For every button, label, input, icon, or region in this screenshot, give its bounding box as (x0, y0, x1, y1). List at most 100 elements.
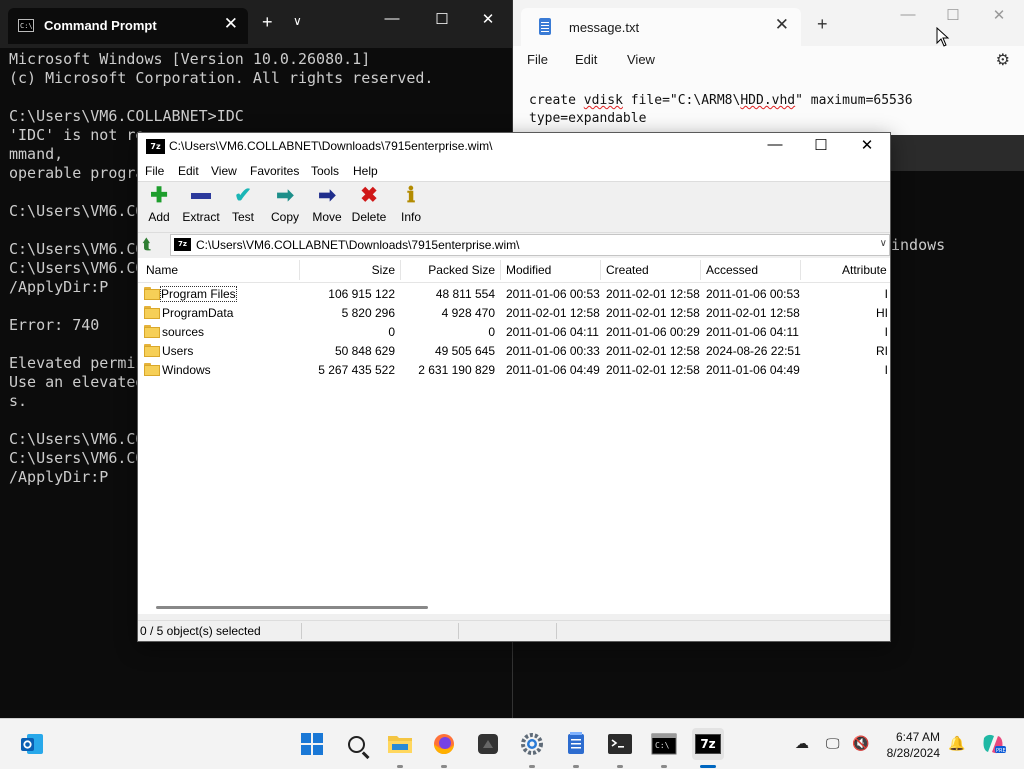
column-created[interactable]: Created (606, 263, 649, 277)
maximize-icon[interactable]: ☐ (933, 6, 973, 24)
column-packed-size[interactable]: Packed Size (400, 263, 495, 277)
file-packed-size: 49 505 645 (434, 344, 495, 358)
cmd-titlebar[interactable]: C:\ Command Prompt ✕ + ∨ — ☐ ✕ (0, 0, 512, 48)
file-size: 50 848 629 (334, 344, 395, 358)
horizontal-scrollbar[interactable] (138, 600, 890, 614)
volume-muted-icon[interactable]: 🔇 (852, 735, 869, 752)
7zip-taskbar-icon[interactable]: 7z (692, 728, 724, 760)
clock-date: 8/28/2024 (886, 746, 940, 760)
chevron-down-icon[interactable]: ∨ (880, 238, 887, 249)
search-button[interactable] (340, 728, 372, 760)
file-explorer-icon[interactable] (384, 728, 416, 760)
notepad-text-area[interactable]: create vdisk file="C:\ARM8\HDD.vhd" maxi… (513, 76, 1024, 135)
cmd-tab[interactable]: C:\ Command Prompt ✕ (8, 8, 248, 44)
7zip-logo-icon: 7z (146, 139, 165, 154)
file-size: 0 (388, 325, 395, 339)
chevron-down-icon[interactable]: ∨ (293, 14, 302, 28)
close-tab-icon[interactable]: ✕ (775, 15, 789, 35)
column-separator[interactable] (700, 260, 701, 280)
address-input[interactable]: 7z C:\Users\VM6.COLLABNET\Downloads\7915… (170, 234, 890, 256)
svg-text:PRE: PRE (996, 748, 1006, 754)
close-icon[interactable]: ✕ (979, 6, 1019, 24)
check-icon: ✔ (234, 184, 252, 207)
file-name: Users (162, 344, 194, 358)
minimize-icon[interactable]: — (752, 136, 798, 153)
menu-view[interactable]: View (627, 52, 655, 67)
table-row[interactable]: ProgramData 5 820 296 4 928 470 2011-02-… (138, 304, 890, 323)
info-icon: ℹ (407, 184, 415, 207)
7zip-titlebar[interactable]: 7z C:\Users\VM6.COLLABNET\Downloads\7915… (138, 133, 890, 161)
up-folder-icon[interactable]: ⮬ (143, 236, 151, 253)
column-accessed[interactable]: Accessed (706, 263, 758, 277)
folder-icon (144, 287, 160, 300)
onedrive-offline-icon[interactable]: ☁ (795, 735, 809, 752)
windows-logo-icon (301, 733, 323, 755)
column-separator[interactable] (500, 260, 501, 280)
close-icon[interactable]: ✕ (844, 136, 890, 154)
mouse-cursor-icon (936, 27, 950, 47)
new-tab-icon[interactable]: + (817, 14, 828, 35)
firefox-icon[interactable] (428, 728, 460, 760)
status-divider (458, 623, 459, 639)
new-tab-icon[interactable]: + (262, 12, 273, 33)
notepad-window[interactable]: message.txt ✕ + — ☐ ✕ File Edit View ⚙ c… (513, 0, 1024, 135)
maximize-icon[interactable]: ☐ (422, 10, 462, 28)
file-list[interactable]: Name Size Packed Size Modified Created A… (138, 258, 890, 600)
minimize-icon[interactable]: — (888, 6, 928, 23)
background-terminal-titlebar (890, 135, 1024, 171)
minus-icon (180, 184, 222, 208)
copy-button[interactable]: ➡ Copy (264, 184, 306, 230)
network-icon[interactable]: 🖵 (826, 735, 840, 752)
menu-help[interactable]: Help (353, 164, 378, 178)
copilot-icon[interactable]: PRE (977, 728, 1009, 760)
text-segment: create (529, 93, 584, 108)
delete-button[interactable]: ✖ Delete (348, 184, 390, 230)
table-row[interactable]: sources 0 0 2011-01-06 04:11 2011-01-06 … (138, 323, 890, 342)
table-row[interactable]: Program Files 106 915 122 48 811 554 201… (138, 285, 890, 304)
extract-button[interactable]: Extract (180, 184, 222, 230)
column-separator[interactable] (800, 260, 801, 280)
table-row[interactable]: Windows 5 267 435 522 2 631 190 829 2011… (138, 361, 890, 380)
copy-arrow-icon: ➡ (276, 184, 294, 207)
close-icon[interactable]: ✕ (468, 10, 508, 28)
gear-icon[interactable]: ⚙ (996, 50, 1010, 70)
outlook-icon[interactable] (16, 728, 48, 760)
scrollbar-thumb[interactable] (156, 606, 428, 609)
test-button[interactable]: ✔ Test (222, 184, 264, 230)
file-packed-size: 48 811 554 (435, 287, 495, 301)
menu-file[interactable]: File (527, 52, 548, 67)
terminal-icon[interactable] (604, 728, 636, 760)
file-attributes: HI (876, 306, 888, 320)
app-icon[interactable] (472, 728, 504, 760)
command-prompt-icon[interactable]: C:\ (648, 728, 680, 760)
table-row[interactable]: Users 50 848 629 49 505 645 2011-01-06 0… (138, 342, 890, 361)
move-button[interactable]: ➡ Move (306, 184, 348, 230)
folder-icon (144, 344, 160, 357)
column-modified[interactable]: Modified (506, 263, 551, 277)
status-bar: 0 / 5 object(s) selected (138, 620, 890, 641)
add-button[interactable]: ✚ Add (138, 184, 180, 230)
menu-file[interactable]: File (145, 164, 164, 178)
minimize-icon[interactable]: — (372, 10, 412, 27)
file-size: 5 267 435 522 (318, 363, 395, 377)
7zip-window[interactable]: 7z C:\Users\VM6.COLLABNET\Downloads\7915… (137, 132, 891, 642)
notepad-taskbar-icon[interactable] (560, 728, 592, 760)
maximize-icon[interactable]: ☐ (798, 136, 844, 154)
notification-bell-icon[interactable]: 🔔 (948, 735, 965, 752)
column-name[interactable]: Name (146, 263, 178, 277)
column-separator[interactable] (600, 260, 601, 280)
file-size: 5 820 296 (341, 306, 395, 320)
menu-edit[interactable]: Edit (575, 52, 597, 67)
menu-favorites[interactable]: Favorites (250, 164, 299, 178)
start-button[interactable] (296, 728, 328, 760)
column-size[interactable]: Size (300, 263, 395, 277)
menu-tools[interactable]: Tools (311, 164, 339, 178)
menu-view[interactable]: View (211, 164, 237, 178)
column-attributes[interactable]: Attribute (842, 263, 887, 277)
system-clock[interactable]: 6:47 AM 8/28/2024 (887, 729, 940, 761)
info-button[interactable]: ℹ Info (390, 184, 432, 230)
menu-edit[interactable]: Edit (178, 164, 199, 178)
notepad-tab[interactable]: message.txt ✕ (521, 8, 801, 46)
close-tab-icon[interactable]: ✕ (224, 14, 238, 34)
settings-icon[interactable] (516, 728, 548, 760)
